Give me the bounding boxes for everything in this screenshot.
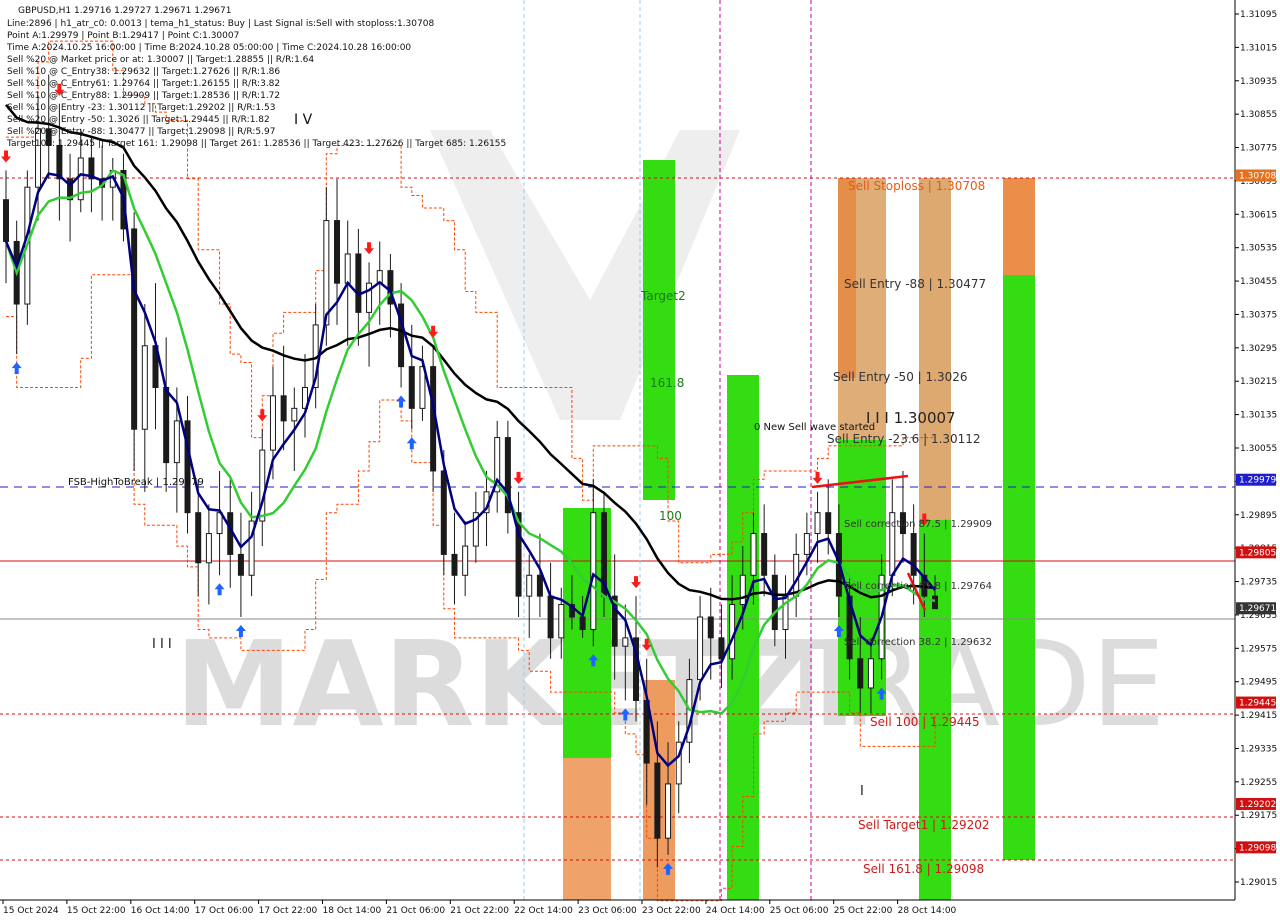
price-tag-red_line: 1.29805 (1236, 546, 1276, 559)
time-tick-label: 21 Oct 22:00 (450, 906, 509, 916)
watermark-right: TRADE (769, 615, 1165, 753)
time-tick-label: 22 Oct 14:00 (514, 906, 573, 916)
price-tag-fsb: 1.29979 (1236, 473, 1276, 486)
price-tag-label: 1.30708 (1239, 171, 1276, 181)
price-tick-label: 1.29175 (1240, 811, 1277, 821)
time-tick-label: 21 Oct 06:00 (386, 906, 445, 916)
z1618-label: 161.8 (650, 376, 684, 390)
time-tick-label: 18 Oct 14:00 (323, 906, 382, 916)
sell-100-label: Sell 100 | 1.29445 (870, 715, 980, 729)
info-line: Sell %10 @ Entry -23: 1.30112 || Target:… (7, 103, 275, 113)
price-tag-current: 1.29671 (1236, 602, 1276, 615)
price-tick-label: 1.30215 (1240, 377, 1277, 387)
info-line: Line:2896 | h1_atr_c0: 0.0013 | tema_h1_… (7, 19, 434, 29)
wave-label: I V (294, 112, 313, 128)
info-line: Sell %20 @ Market price or at: 1.30007 |… (7, 55, 314, 65)
price-tick-label: 1.31095 (1240, 10, 1277, 20)
zone-green-right (1003, 275, 1035, 860)
info-line: Sell %10 @ C_Entry61: 1.29764 || Target:… (7, 79, 280, 89)
time-tick-label: 17 Oct 06:00 (195, 906, 254, 916)
price-tick-label: 1.31015 (1240, 43, 1277, 53)
chart-background (0, 0, 1280, 920)
time-tick-label: 25 Oct 22:00 (834, 906, 893, 916)
price-tick-label: 1.30055 (1240, 444, 1277, 454)
sell-corr-618-label: Sell correction 61.8 | 1.29764 (844, 581, 992, 592)
price-tick-label: 1.29495 (1240, 678, 1277, 688)
zone-green-1 (643, 160, 675, 500)
sell-entry-50-label: Sell Entry -50 | 1.3026 (833, 370, 967, 384)
target2-label: Target2 (640, 289, 686, 303)
info-line: Sell %20 @ Entry -50: 1.3026 || Target:1… (7, 115, 270, 125)
price-tick-label: 1.29415 (1240, 711, 1277, 721)
time-tick-label: 15 Oct 2024 (3, 906, 59, 916)
price-tick-label: 1.29015 (1240, 878, 1277, 888)
price-tick-label: 1.30775 (1240, 144, 1277, 154)
price-tag-target1: 1.29202 (1236, 797, 1276, 810)
info-line: Sell %10 @ C_Entry38: 1.29632 || Target:… (7, 67, 280, 77)
chart-window: MARKETZI TRADE GBPUSD,H1 1.29716 1.29727… (0, 0, 1280, 920)
price-tick-label: 1.30935 (1240, 77, 1277, 87)
zone-tan-mid (919, 178, 951, 520)
time-tick-label: 24 Oct 14:00 (706, 906, 765, 916)
sell-corr-382-label: Sell correction 38.2 | 1.29632 (844, 637, 992, 648)
price-tick-label: 1.30535 (1240, 244, 1277, 254)
time-tick-label: 23 Oct 22:00 (642, 906, 701, 916)
price-tick-label: 1.29255 (1240, 778, 1277, 788)
sell-entry-88-label: Sell Entry -88 | 1.30477 (844, 277, 986, 291)
zone-orange-right (1003, 178, 1035, 275)
wave-i-label: I (860, 784, 864, 799)
time-tick-label: 23 Oct 06:00 (578, 906, 637, 916)
price-tag-label: 1.29805 (1239, 548, 1276, 558)
candlestick-chart: MARKETZI TRADE GBPUSD,H1 1.29716 1.29727… (0, 0, 1280, 920)
price-tick-label: 1.30295 (1240, 344, 1277, 354)
price-tag-target161: 1.29098 (1236, 841, 1276, 854)
info-line: Sell %10 @ C_Entry88: 1.29909 || Target:… (7, 91, 280, 101)
price-tag-label: 1.29202 (1239, 800, 1276, 810)
price-tick-label: 1.29895 (1240, 511, 1277, 521)
price-tick-label: 1.30615 (1240, 210, 1277, 220)
price-tick-label: 1.30855 (1240, 110, 1277, 120)
price-tag-label: 1.29979 (1239, 476, 1276, 486)
sell-stoploss-label: Sell Stoploss | 1.30708 (848, 179, 985, 193)
time-tick-label: 15 Oct 22:00 (67, 906, 126, 916)
time-tick-label: 17 Oct 22:00 (259, 906, 318, 916)
time-tick-label: 28 Oct 14:00 (898, 906, 957, 916)
price-tag-label: 1.29098 (1239, 843, 1276, 853)
z100-label: 100 (659, 509, 682, 523)
sell-entry-23-label: Sell Entry -23.6 | 1.30112 (827, 432, 981, 446)
zone-orange-2 (563, 758, 611, 900)
sell-corr-875-label: Sell correction 87.5 | 1.29909 (844, 519, 992, 530)
price-tag-stoploss: 1.30708 (1236, 169, 1276, 182)
price-tick-label: 1.30135 (1240, 411, 1277, 421)
price-tag-label: 1.29671 (1239, 604, 1276, 614)
price-tick-label: 1.29335 (1240, 744, 1277, 754)
info-line: Time A:2024.10.25 16:00:00 | Time B:2024… (6, 43, 411, 53)
price-tick-label: 1.29735 (1240, 578, 1277, 588)
wave-iii-left-label: I I I (152, 637, 172, 652)
sell-1618-label: Sell 161.8 | 1.29098 (863, 862, 984, 876)
price-tick-label: 1.29575 (1240, 644, 1277, 654)
time-tick-label: 16 Oct 14:00 (131, 906, 190, 916)
point-c-label: I I I 1.30007 (866, 409, 956, 427)
price-tag-label: 1.29445 (1239, 699, 1276, 709)
sell-target1-label: Sell Target1 | 1.29202 (858, 818, 990, 832)
info-line: Point A:1.29979 | Point B:1.29417 | Poin… (7, 31, 239, 41)
price-tick-label: 1.30375 (1240, 310, 1277, 320)
fsb-label: FSB-HighToBreak | 1.29979 (68, 477, 204, 488)
price-tick-label: 1.30455 (1240, 277, 1277, 287)
info-line: Sell %20 @ Entry -88: 1.30477 || Target:… (7, 127, 275, 137)
info-line: Target100: 1.29445 || Target 161: 1.2909… (6, 139, 506, 149)
symbol-line: GBPUSD,H1 1.29716 1.29727 1.29671 1.2967… (18, 6, 231, 16)
time-tick-label: 25 Oct 06:00 (770, 906, 829, 916)
price-tag-target100: 1.29445 (1236, 696, 1276, 709)
